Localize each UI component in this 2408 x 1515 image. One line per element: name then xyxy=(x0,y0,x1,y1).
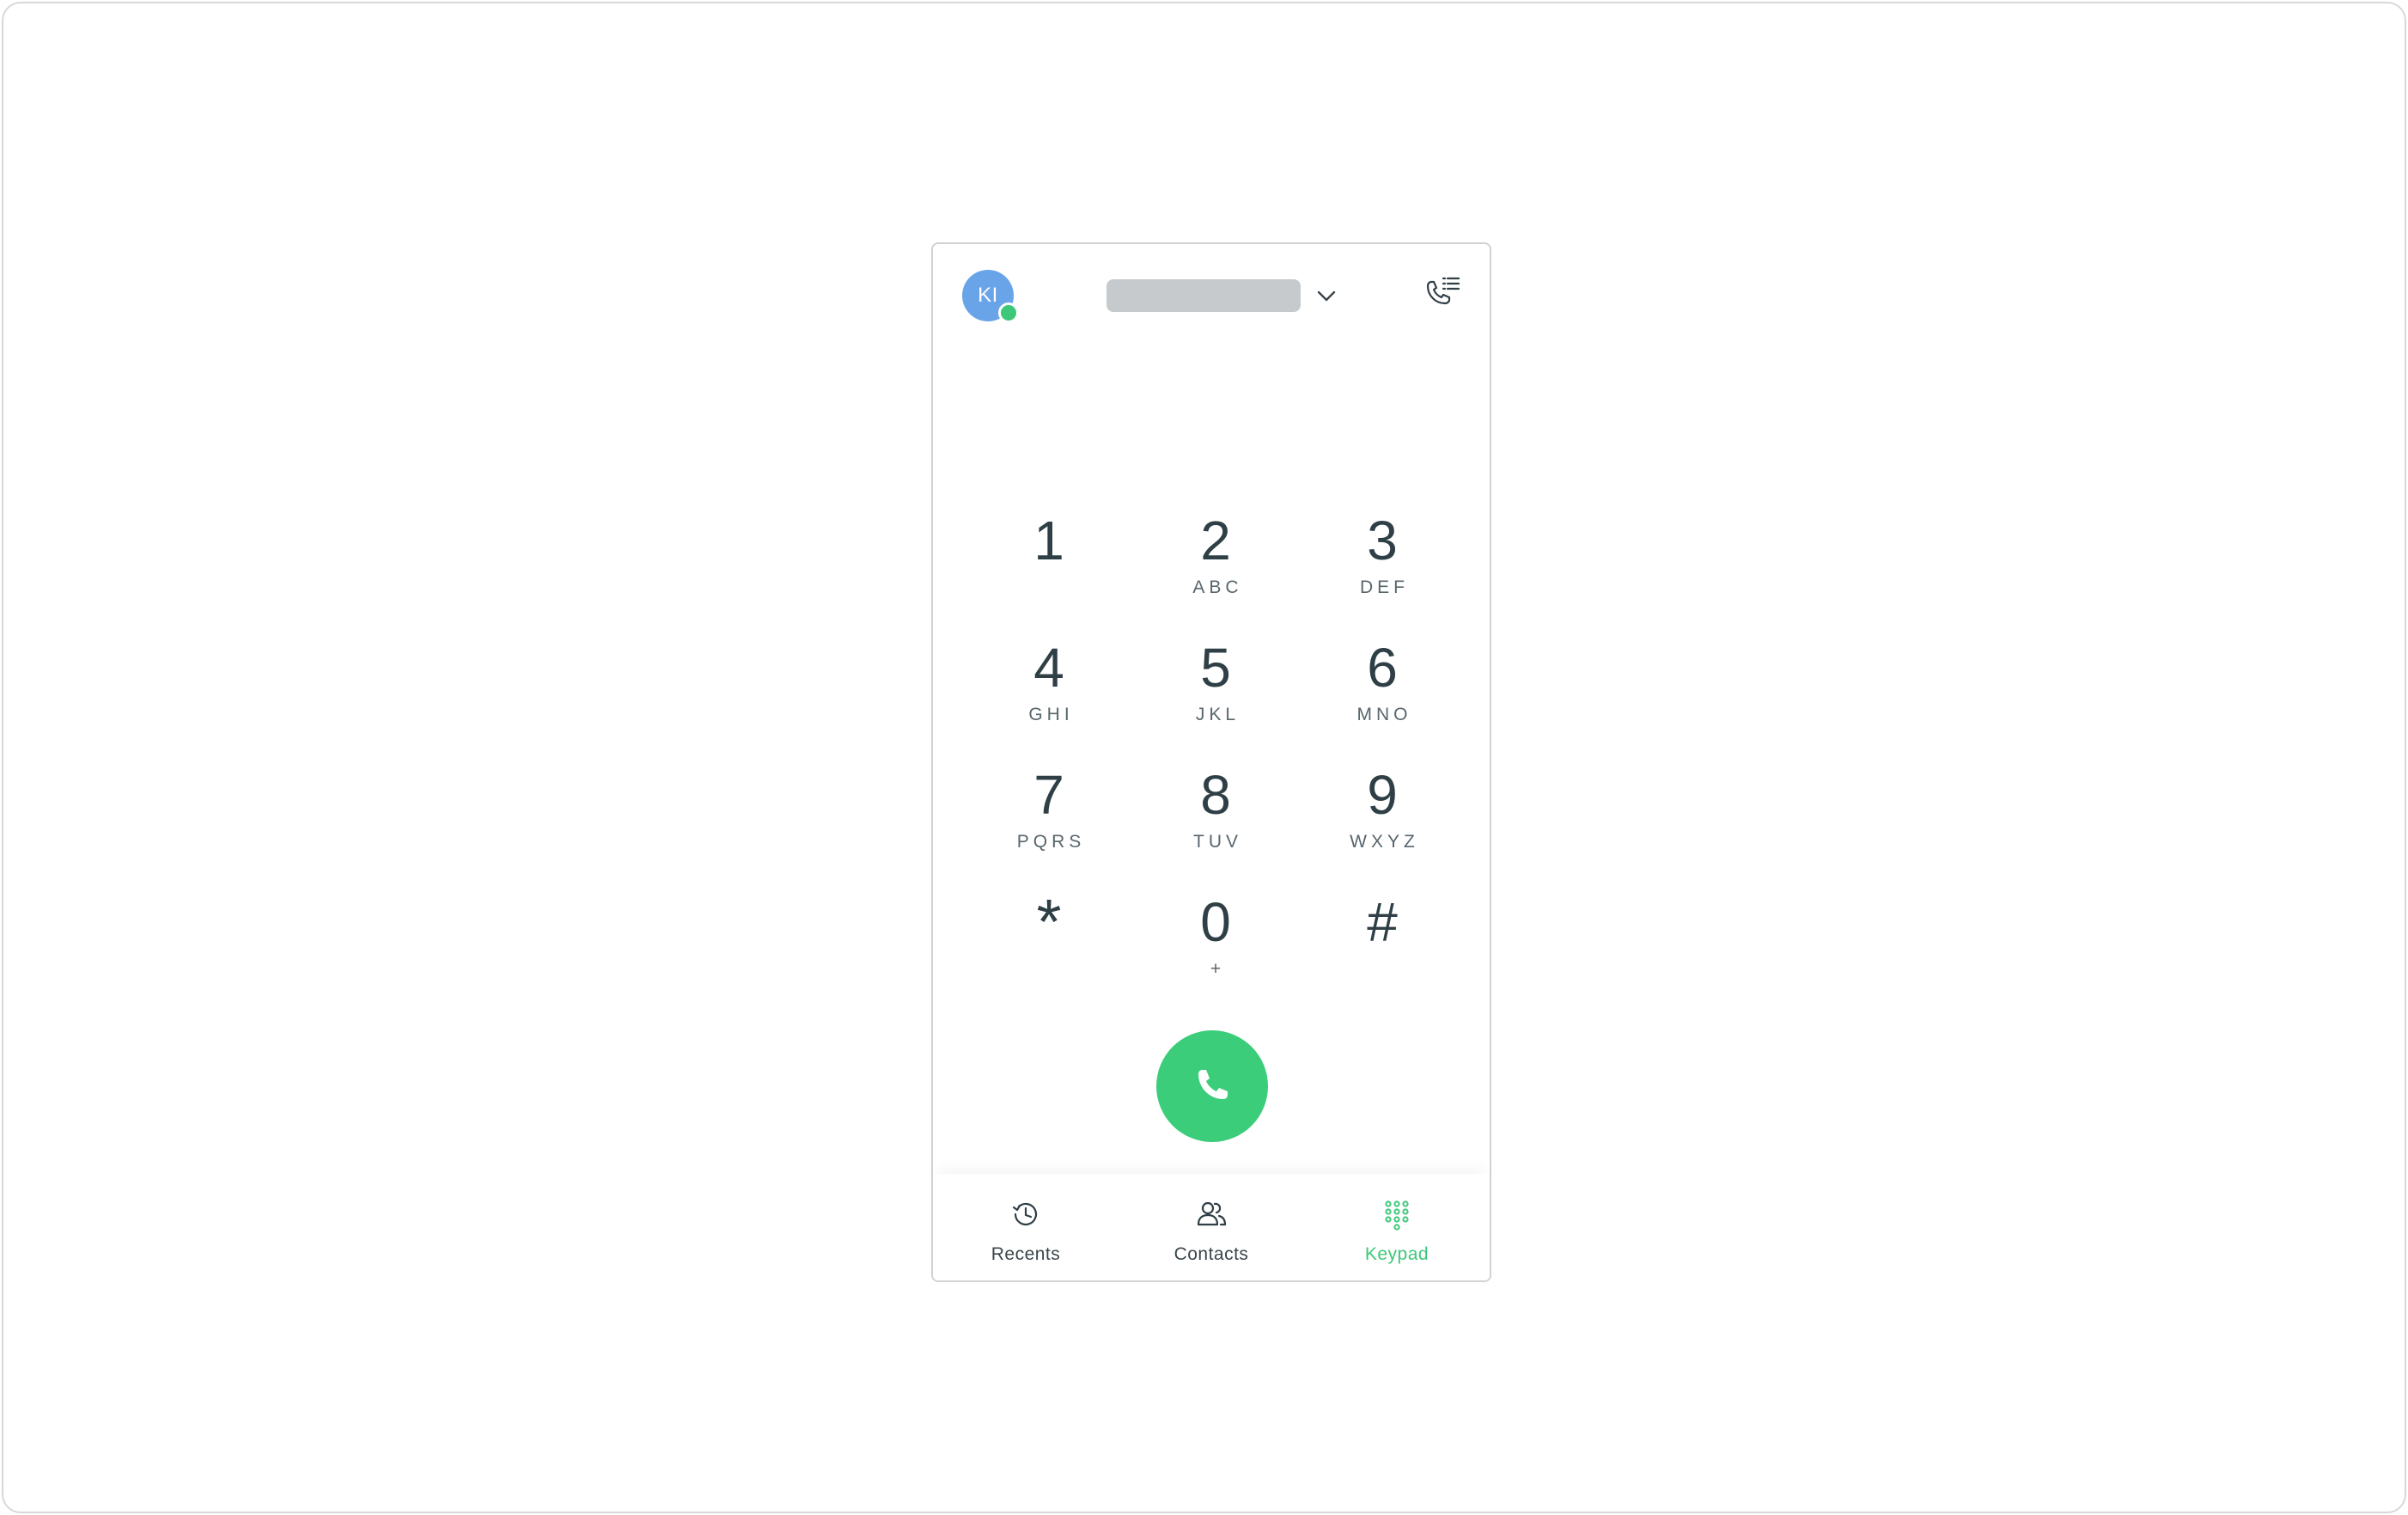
key-7[interactable]: 7 PQRS xyxy=(966,765,1132,892)
key-letters xyxy=(1047,577,1052,598)
dial-keypad: 1 2 ABC 3 DEF 4 GHI 5 JKL 6 MNO 7 PQRS 8 xyxy=(966,510,1466,1019)
history-icon xyxy=(1012,1202,1038,1225)
softphone-panel: KI 1 2 ABC 3 DEF 4 GHI 5 JKL 6 MNO 7 PQR… xyxy=(931,242,1491,1282)
key-8[interactable]: 8 TUV xyxy=(1132,765,1299,892)
key-6[interactable]: 6 MNO xyxy=(1299,638,1466,765)
nav-label: Recents xyxy=(991,1244,1061,1264)
key-letters: TUV xyxy=(1193,832,1242,852)
key-digit: 7 xyxy=(1033,764,1064,826)
key-0[interactable]: 0 + xyxy=(1132,892,1299,1019)
key-1[interactable]: 1 xyxy=(966,510,1132,638)
key-star[interactable]: * xyxy=(966,886,1132,1019)
nav-label: Keypad xyxy=(1364,1244,1430,1264)
key-digit: * xyxy=(1036,886,1062,957)
line-name-placeholder xyxy=(1106,279,1301,312)
nav-label: Contacts xyxy=(1174,1244,1249,1264)
key-9[interactable]: 9 WXYZ xyxy=(1299,765,1466,892)
softphone-header: KI xyxy=(933,244,1490,347)
key-4[interactable]: 4 GHI xyxy=(966,638,1132,765)
keypad-icon xyxy=(1385,1200,1409,1231)
key-letters: + xyxy=(1210,959,1226,979)
key-digit: 3 xyxy=(1367,510,1398,571)
nav-contacts[interactable]: Contacts xyxy=(1119,1174,1304,1280)
presence-status-dot xyxy=(998,302,1019,323)
key-digit: 0 xyxy=(1200,891,1231,953)
phone-list-icon[interactable] xyxy=(1421,273,1464,316)
key-letters: GHI xyxy=(1028,705,1074,724)
key-digit: 6 xyxy=(1367,637,1398,699)
key-letters: JKL xyxy=(1195,705,1241,724)
key-letters xyxy=(1381,959,1385,980)
key-digit: 1 xyxy=(1033,510,1064,571)
key-letters: MNO xyxy=(1356,705,1412,724)
key-hash[interactable]: # xyxy=(1299,892,1466,1019)
chevron-down-icon xyxy=(1317,290,1336,302)
key-2[interactable]: 2 ABC xyxy=(1132,510,1299,638)
key-digit: 8 xyxy=(1200,764,1231,826)
key-3[interactable]: 3 DEF xyxy=(1299,510,1466,638)
key-letters: WXYZ xyxy=(1350,832,1419,852)
key-letters: ABC xyxy=(1192,577,1243,597)
key-letters xyxy=(1047,959,1052,980)
avatar-initials: KI xyxy=(978,284,998,307)
nav-recents[interactable]: Recents xyxy=(933,1174,1119,1280)
call-button[interactable] xyxy=(1156,1030,1268,1142)
key-digit: # xyxy=(1367,891,1398,953)
key-digit: 5 xyxy=(1200,637,1231,699)
phone-icon xyxy=(1198,1070,1228,1099)
line-selector-dropdown[interactable] xyxy=(1106,277,1338,315)
key-digit: 2 xyxy=(1200,510,1231,571)
key-digit: 4 xyxy=(1033,637,1064,699)
nav-keypad[interactable]: Keypad xyxy=(1304,1174,1490,1280)
user-avatar[interactable]: KI xyxy=(962,270,1019,323)
key-letters: DEF xyxy=(1360,577,1409,597)
key-5[interactable]: 5 JKL xyxy=(1132,638,1299,765)
key-letters: PQRS xyxy=(1016,832,1086,852)
key-digit: 9 xyxy=(1367,764,1398,826)
bottom-navigation: Recents Contacts Keypad xyxy=(933,1174,1490,1280)
contacts-icon xyxy=(1197,1201,1227,1226)
